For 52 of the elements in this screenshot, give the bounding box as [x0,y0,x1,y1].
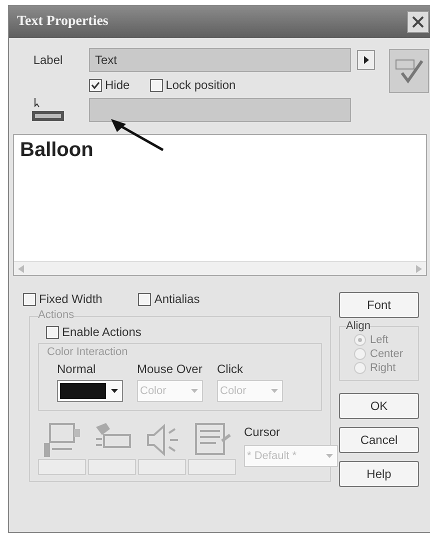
checkbox-label: Lock position [166,78,236,92]
input-field[interactable] [188,459,236,475]
annotation-arrow [109,118,165,152]
field-label: Label [33,53,63,67]
left-arrow-icon[interactable] [18,264,24,272]
caret-icon [326,454,333,458]
input-field[interactable] [89,98,351,122]
close-button[interactable] [407,11,429,33]
checkbox[interactable] [150,78,163,92]
column-heading: Normal [57,362,96,376]
text-area[interactable]: Balloon [13,134,427,276]
dialog-button[interactable]: Cancel [339,427,419,453]
window-title: Text Properties [17,14,108,30]
caret-icon [111,389,118,393]
group-title: Align [346,320,370,332]
checkbox-label: Antialias [154,292,200,306]
checkbox-label: Hide [105,78,130,92]
checkbox[interactable] [46,326,59,338]
arrow-button[interactable] [357,50,375,70]
color-dropdown[interactable] [57,380,123,402]
font-button[interactable]: Font [339,292,419,318]
label-field[interactable]: Text [89,48,351,72]
caret-icon [191,389,198,393]
radio-label: Right [370,362,396,374]
field-label: Cursor [244,425,282,439]
checkbox[interactable] [89,78,102,92]
radio-label: Left [370,334,388,346]
tail-icon[interactable] [31,97,65,123]
check-mark-icon [394,57,424,85]
horizontal-scrollbar[interactable] [14,261,426,275]
input-field[interactable] [88,459,136,475]
checkbox-label: Fixed Width [39,292,102,306]
right-arrow-icon[interactable] [416,264,422,272]
caret-icon [271,389,278,393]
checkbox[interactable] [138,292,152,306]
column-heading: Mouse Over [137,362,202,376]
triangle-icon [364,56,368,64]
radio-label: Center [370,348,404,360]
input-field[interactable] [138,459,186,475]
checkbox-label: Enable Actions [62,325,142,339]
group-title: Color Interaction [47,346,128,358]
close-icon [412,16,424,28]
dialog-button[interactable]: Help [339,461,419,487]
document-icon[interactable] [192,421,232,457]
column-heading: Click [217,362,243,376]
checkbox[interactable] [23,292,36,306]
input-field[interactable] [38,459,86,475]
dialog-button[interactable]: OK [339,393,419,419]
group-title: Actions [38,309,74,321]
monitor-icon[interactable] [42,421,82,457]
spell-check-button[interactable] [389,49,429,93]
text-value: Balloon [19,138,94,163]
